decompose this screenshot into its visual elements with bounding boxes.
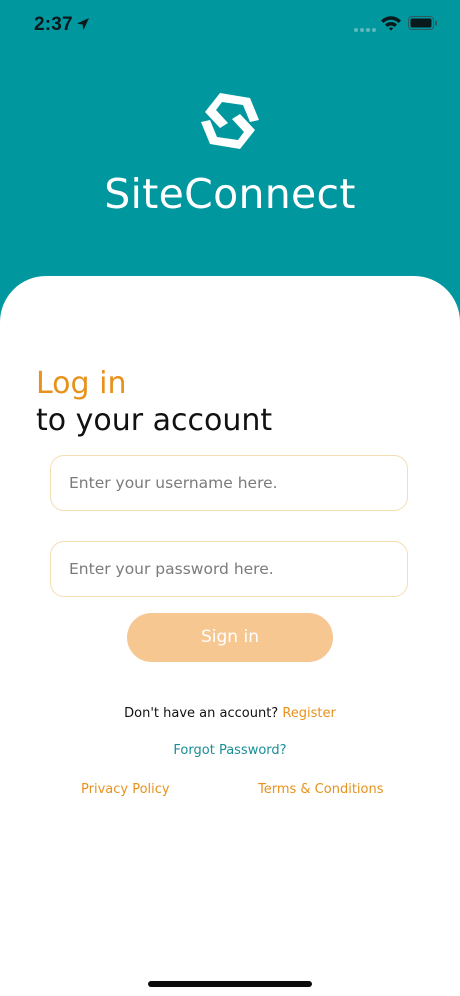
battery-icon <box>408 16 437 30</box>
wifi-icon <box>381 16 401 31</box>
siteconnect-logo-icon <box>201 93 259 149</box>
login-heading: Log in <box>36 366 127 401</box>
privacy-policy-link[interactable]: Privacy Policy <box>81 782 170 797</box>
login-subheading: to your account <box>36 403 273 438</box>
location-arrow-icon <box>77 18 89 30</box>
app-title: SiteConnect <box>104 170 356 218</box>
register-prompt: Don't have an account? Register <box>0 706 460 721</box>
username-input[interactable] <box>50 455 408 511</box>
terms-conditions-link[interactable]: Terms & Conditions <box>258 782 384 797</box>
cellular-signal-icon <box>354 28 376 32</box>
sign-in-button[interactable]: Sign in <box>127 613 333 662</box>
status-time: 2:37 <box>34 14 73 35</box>
home-indicator[interactable] <box>148 981 312 987</box>
forgot-password-link[interactable]: Forgot Password? <box>0 743 460 758</box>
no-account-text: Don't have an account? <box>124 706 279 721</box>
register-link[interactable]: Register <box>282 706 336 721</box>
password-input[interactable] <box>50 541 408 597</box>
status-bar: 2:37 <box>0 0 460 52</box>
